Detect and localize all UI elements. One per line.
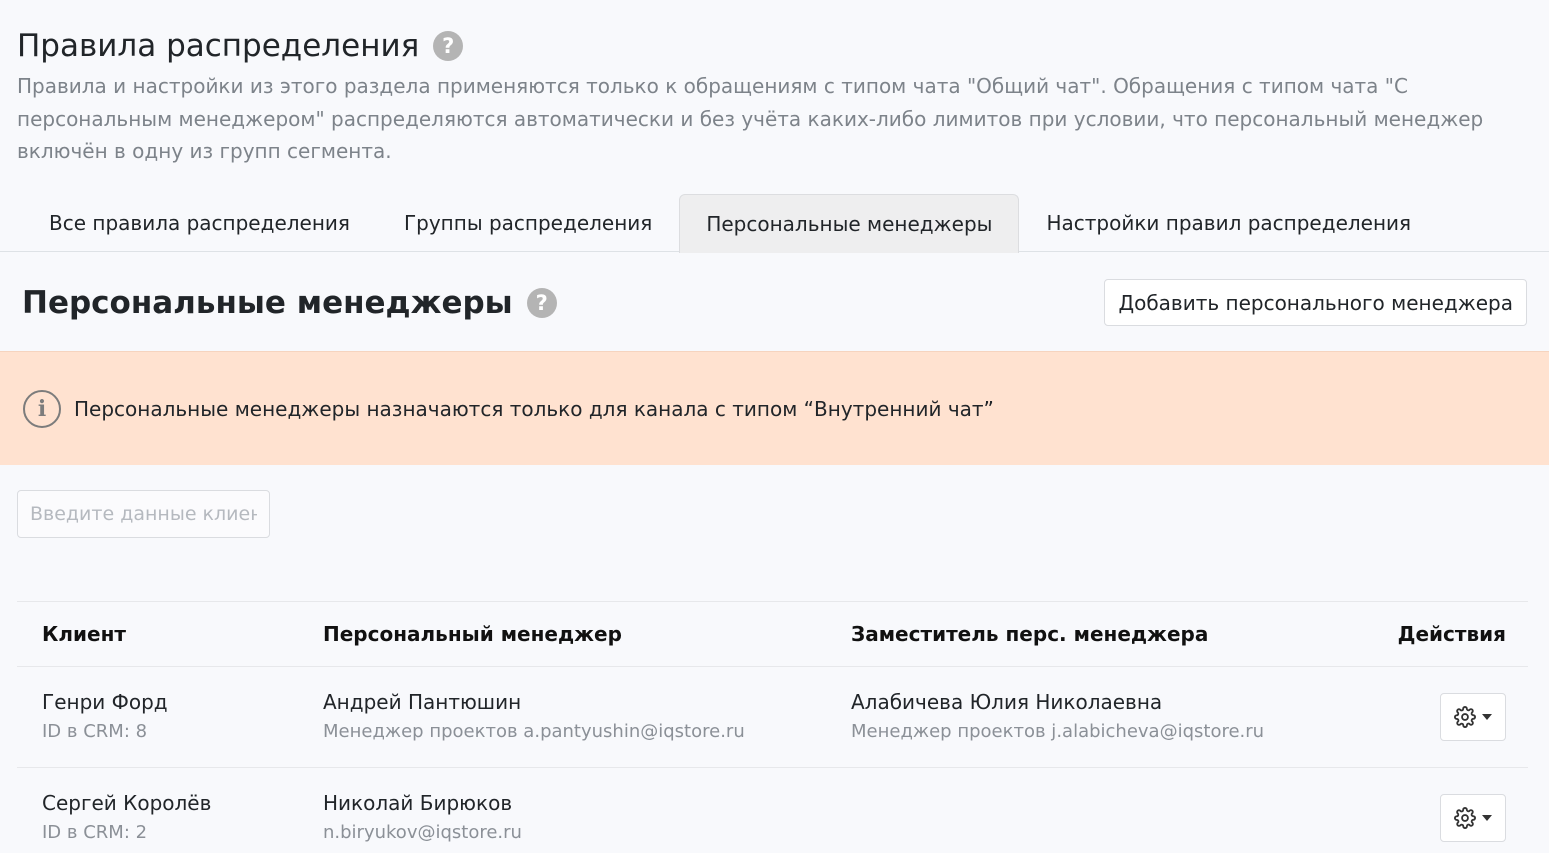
manager-name: Николай Бирюков [323,791,513,815]
tab-all-rules[interactable]: Все правила распределения [22,193,377,252]
tab-rules-settings[interactable]: Настройки правил распределения [1019,193,1438,252]
personal-managers-table: Клиент Персональный менеджер Заместитель… [17,601,1528,853]
actions-cell [1440,693,1506,741]
section-title: Персональные менеджеры ? [22,281,557,325]
manager-cell: Николай Бирюков n.biryukov@iqstore.ru [323,789,522,847]
actions-cell [1440,794,1506,842]
tab-bar: Все правила распределения Группы распред… [0,193,1549,253]
page-description: Правила и настройки из этого раздела при… [17,74,1484,163]
manager-cell: Андрей Пантюшин Менеджер проектов a.pant… [323,688,745,746]
client-name: Сергей Королёв [42,791,212,815]
column-header-manager[interactable]: Персональный менеджер [323,622,622,646]
tab-personal-managers[interactable]: Персональные менеджеры [679,194,1020,253]
client-crm-id: ID в CRM: 2 [42,822,148,843]
page: Правила распределения ? Правила и настро… [0,0,1549,853]
deputy-info: Менеджер проектов j.alabicheva@iqstore.r… [851,721,1265,742]
info-circle-icon: i [23,389,61,428]
deputy-cell: Алабичева Юлия Николаевна Менеджер проек… [851,688,1264,746]
page-title: Правила распределения ? [17,26,1529,66]
row-actions-dropdown-button[interactable] [1440,794,1506,842]
tab-distribution-groups[interactable]: Группы распределения [377,193,679,252]
manager-name: Андрей Пантюшин [323,690,522,714]
client-name: Генри Форд [42,690,168,714]
info-alert: i Персональные менеджеры назначаются тол… [0,351,1549,465]
add-personal-manager-button[interactable]: Добавить персонального менеджера [1104,279,1527,326]
gear-icon [1454,706,1476,728]
table-header-row: Клиент Персональный менеджер Заместитель… [17,602,1528,667]
page-title-text: Правила распределения [17,28,420,64]
table-row: Генри Форд ID в CRM: 8 Андрей Пантюшин М… [17,667,1528,768]
manager-info: Менеджер проектов a.pantyushin@iqstore.r… [323,721,745,742]
alert-text: Персональные менеджеры назначаются тольк… [74,396,994,421]
deputy-name: Алабичева Юлия Николаевна [851,690,1163,714]
caret-down-icon [1482,714,1492,720]
page-header: Правила распределения ? Правила и настро… [17,26,1529,168]
client-search-input[interactable] [17,490,270,538]
table-row: Сергей Королёв ID в CRM: 2 Николай Бирюк… [17,768,1528,853]
question-circle-icon[interactable]: ? [433,31,464,61]
section-title-text: Персональные менеджеры [22,285,513,321]
column-header-actions: Действия [1397,622,1506,646]
gear-icon [1454,807,1476,829]
client-cell: Генри Форд ID в CRM: 8 [42,688,168,746]
column-header-deputy[interactable]: Заместитель перс. менеджера [851,622,1208,646]
question-circle-icon[interactable]: ? [526,288,557,318]
client-crm-id: ID в CRM: 8 [42,721,148,742]
client-cell: Сергей Королёв ID в CRM: 2 [42,789,211,847]
caret-down-icon [1482,815,1492,821]
manager-info: n.biryukov@iqstore.ru [323,822,522,843]
row-actions-dropdown-button[interactable] [1440,693,1506,741]
column-header-client[interactable]: Клиент [42,622,126,646]
